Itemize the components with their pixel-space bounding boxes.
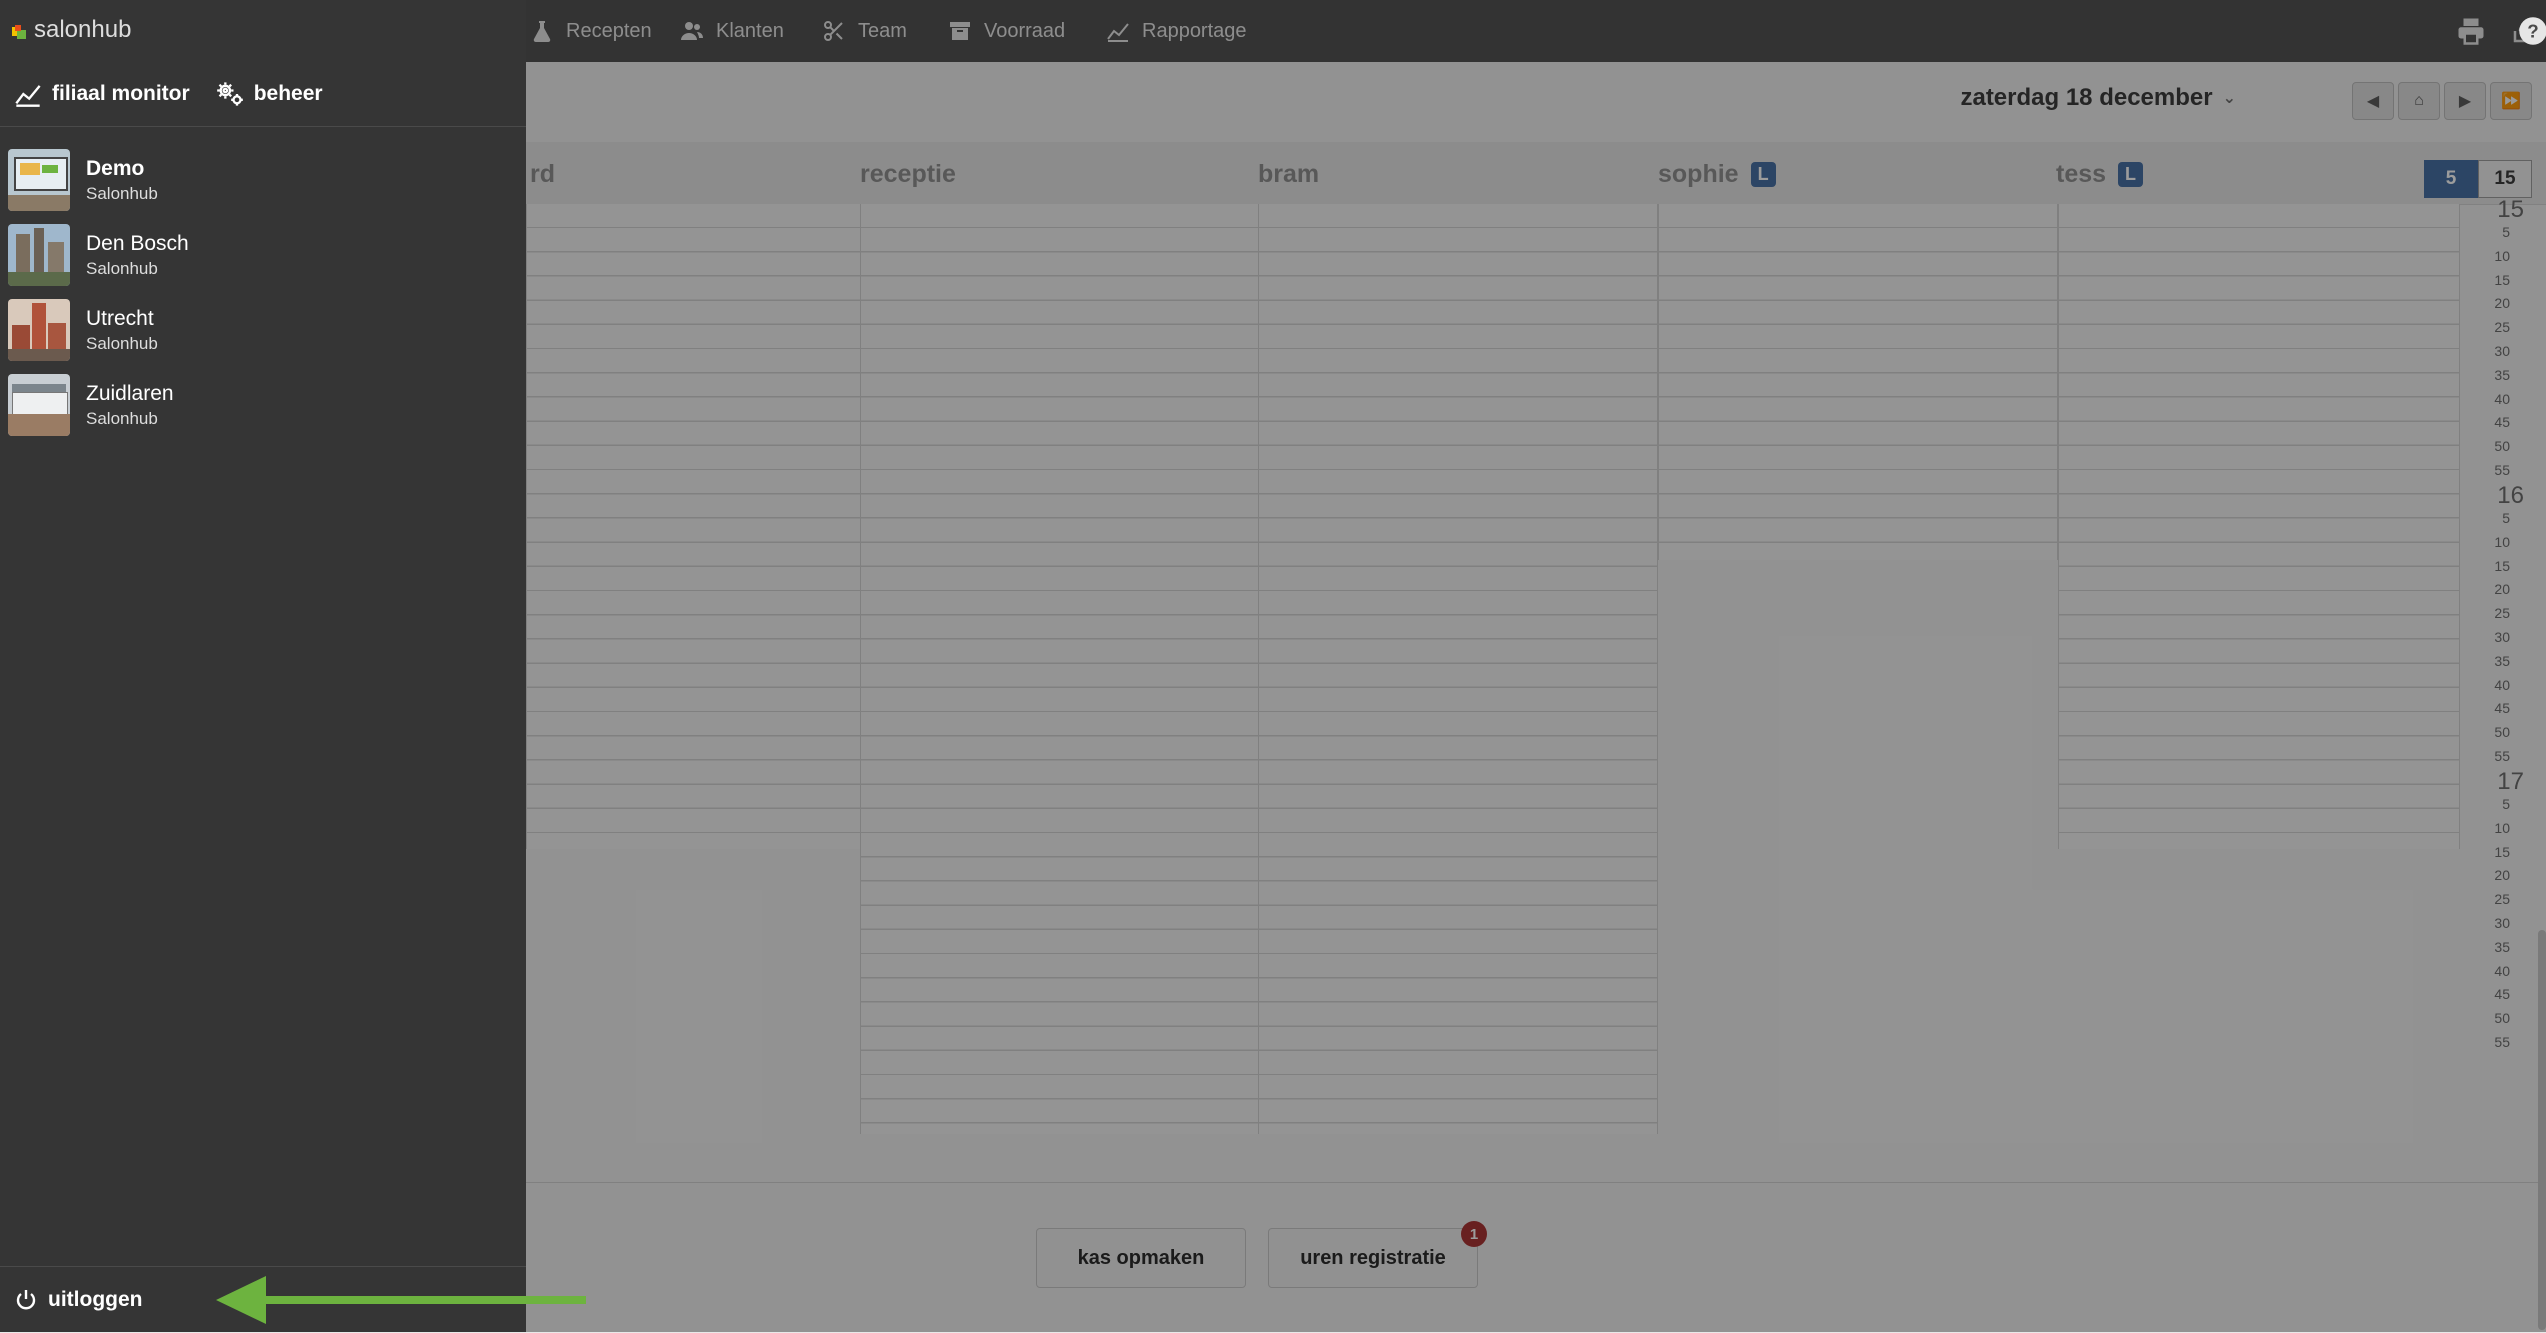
svg-text:?: ? [2527,20,2538,41]
beheer-label: beheer [253,82,323,105]
beheer-button[interactable]: beheer [216,80,323,108]
logout-label: uitloggen [48,1288,143,1311]
branch-subtitle: Salonhub [86,258,158,278]
help-icon[interactable]: ? [2518,14,2546,48]
filiaal-monitor-button[interactable]: filiaal monitor [14,80,190,108]
sidebar-menu: salonhub filiaal monitor beheer Demo Sal… [0,0,526,1332]
gears-icon [216,82,243,106]
branch-item-zuidlaren[interactable]: Zuidlaren Salonhub [8,371,518,439]
arrow-annotation-icon [216,1276,586,1324]
branch-thumbnail [8,149,70,211]
modal-backdrop[interactable] [526,0,2546,1332]
salonhub-logo-icon [12,21,30,39]
filiaal-monitor-label: filiaal monitor [52,82,190,105]
branch-item-den-bosch[interactable]: Den Bosch Salonhub [8,221,518,289]
branch-name: Utrecht [86,306,154,330]
branch-thumbnail [8,374,70,436]
sidebar-subnav: filiaal monitor beheer [0,62,526,127]
branch-thumbnail [8,299,70,361]
branch-name: Demo [86,156,145,180]
branch-thumbnail [8,224,70,286]
logo-text: salonhub [34,16,132,43]
scrollbar[interactable] [2538,930,2546,1330]
branch-item-utrecht[interactable]: Utrecht Salonhub [8,296,518,364]
power-icon [16,1290,36,1310]
branch-item-demo[interactable]: Demo Salonhub [8,146,518,214]
branch-subtitle: Salonhub [86,183,158,203]
branch-name: Den Bosch [86,231,189,255]
branch-name: Zuidlaren [86,381,174,405]
branch-subtitle: Salonhub [86,333,158,353]
branch-subtitle: Salonhub [86,408,158,428]
logo[interactable]: salonhub [12,16,131,44]
chart-line-icon [15,85,41,107]
